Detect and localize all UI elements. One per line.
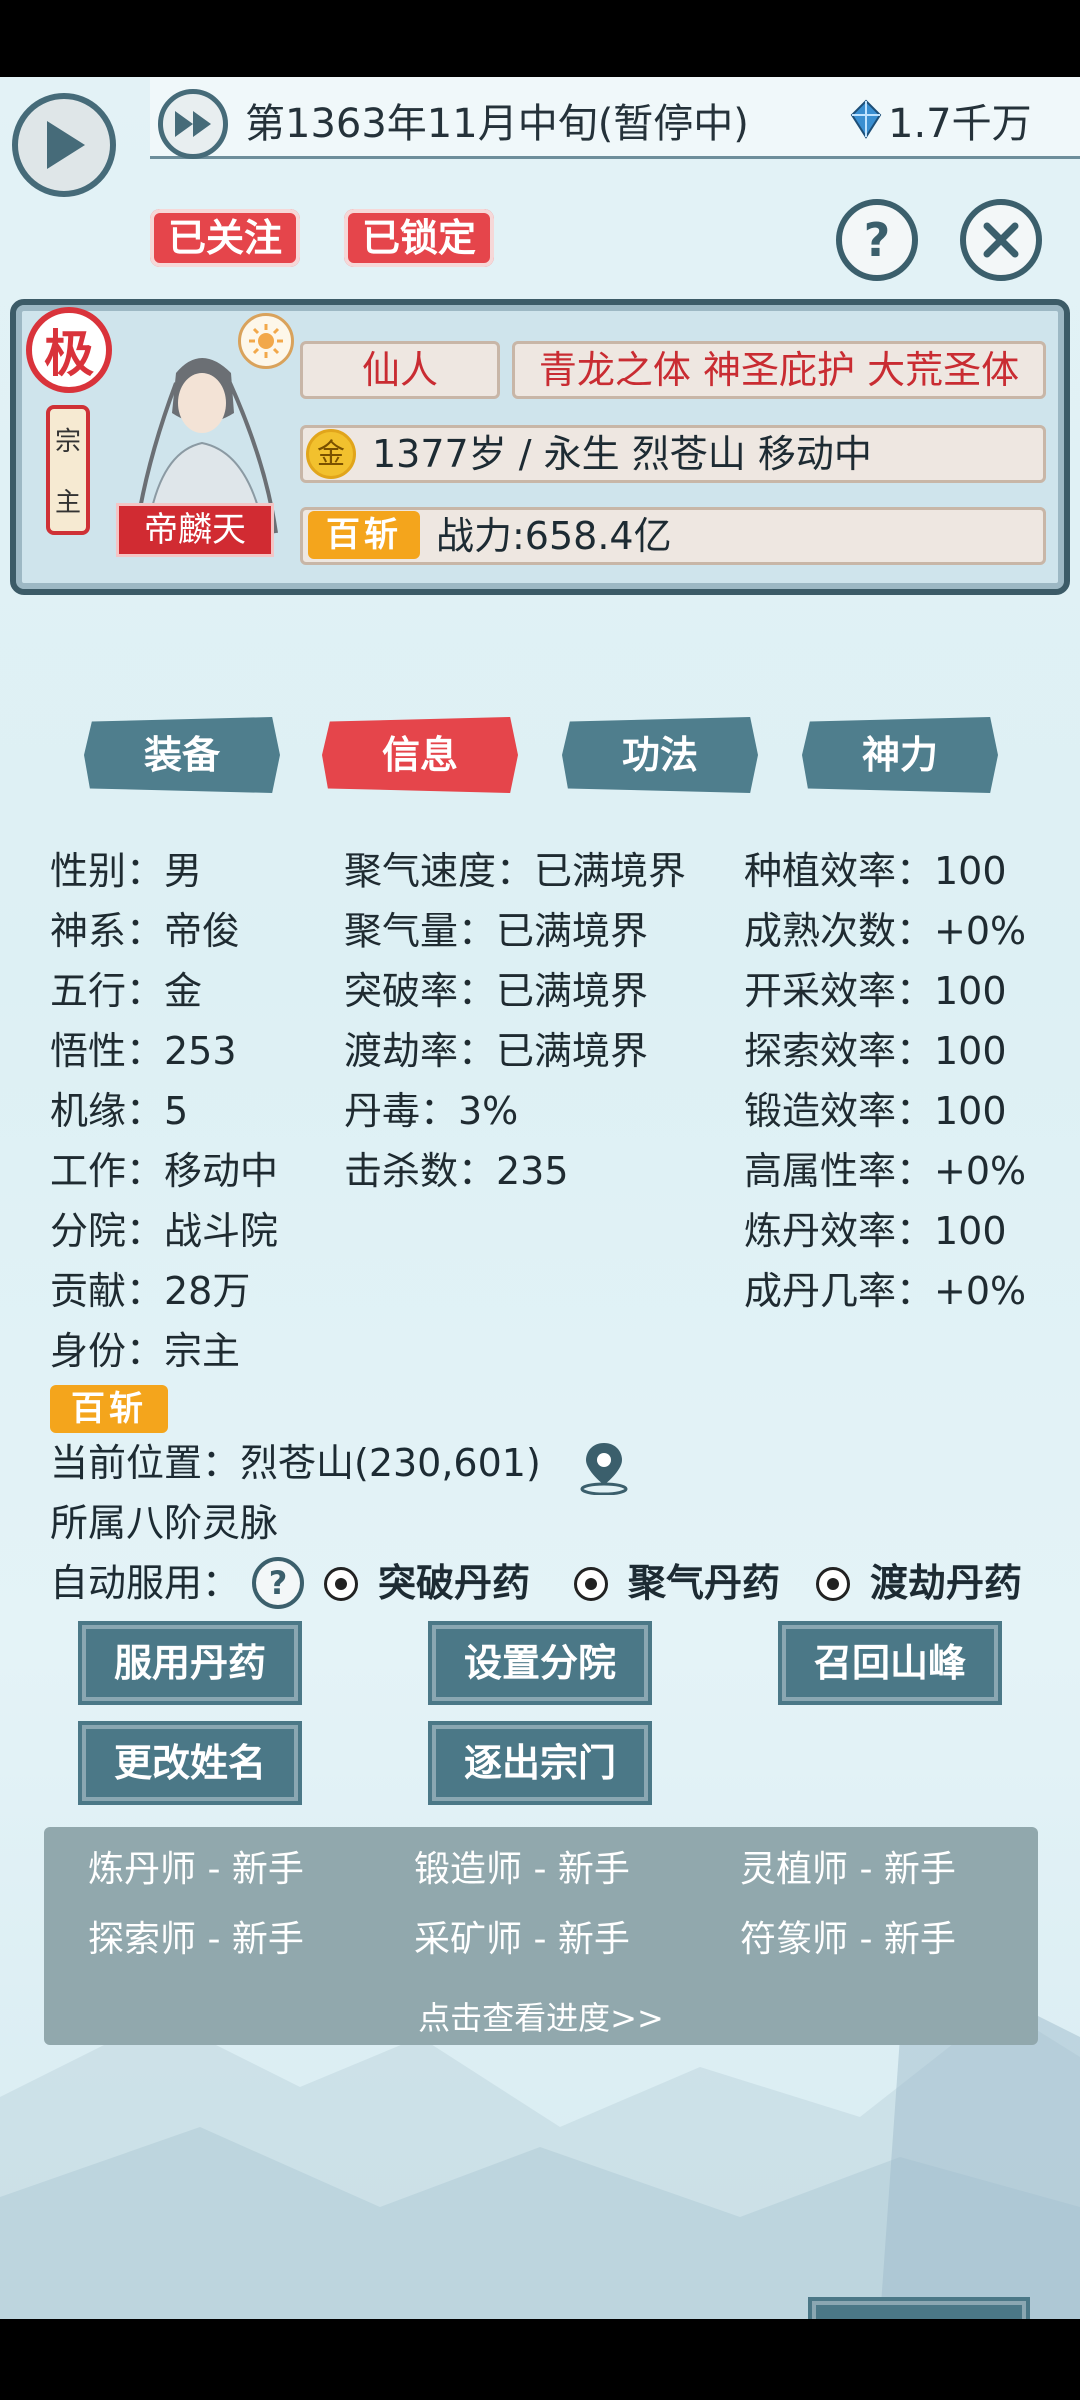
stat-col3-item: 成丹几率：+0% bbox=[744, 1269, 1027, 1313]
stat-col1-item: 分院：战斗院 bbox=[50, 1209, 279, 1253]
stat-col3-item: 开采效率：100 bbox=[744, 969, 1007, 1013]
stat-col3-item: 高属性率：+0% bbox=[744, 1149, 1027, 1193]
physique-field: 青龙之体 神圣庇护 大荒圣体 bbox=[512, 341, 1046, 399]
stat-col3-item: 探索效率：100 bbox=[744, 1029, 1007, 1073]
stat-col3-item: 种植效率：100 bbox=[744, 849, 1007, 893]
auto-use-help-button[interactable]: ? bbox=[252, 1557, 304, 1609]
current-location: 当前位置：烈苍山(230,601) bbox=[50, 1441, 541, 1485]
view-progress-link[interactable]: 点击查看进度>> bbox=[44, 1993, 1038, 2039]
close-icon bbox=[983, 222, 1019, 258]
take-pill-button[interactable]: 服用丹药 bbox=[82, 1625, 298, 1701]
game-date: 第1363年11月中旬(暂停中) bbox=[245, 101, 749, 147]
tab-info[interactable]: 信息 bbox=[322, 717, 518, 793]
option-qi-pill[interactable]: 聚气丹药 bbox=[628, 1559, 780, 1607]
profession-forger: 锻造师 - 新手 bbox=[414, 1849, 630, 1890]
tab-techniques[interactable]: 功法 bbox=[562, 717, 758, 793]
play-button[interactable] bbox=[12, 93, 116, 197]
close-button[interactable] bbox=[960, 199, 1042, 281]
expel-button[interactable]: 逐出宗门 bbox=[432, 1725, 648, 1801]
radio-qi-pill[interactable] bbox=[574, 1567, 608, 1601]
locked-tag[interactable]: 已锁定 bbox=[344, 209, 495, 267]
rank-plaque: 宗 主 bbox=[46, 405, 90, 535]
character-name[interactable]: 帝麟天 bbox=[116, 503, 274, 557]
followed-tag[interactable]: 已关注 bbox=[150, 209, 301, 267]
character-card: 极 宗 主 帝麟天 仙人 青龙之体 神圣庇护 大荒圣体 金 1377岁 / 永生… bbox=[10, 299, 1070, 595]
profession-alchemist: 炼丹师 - 新手 bbox=[88, 1849, 304, 1890]
spirit-stone-icon bbox=[850, 99, 882, 139]
stat-col1-item: 机缘：5 bbox=[50, 1089, 189, 1133]
stat-col1-item: 神系：帝俊 bbox=[50, 909, 241, 953]
profession-talisman: 符篆师 - 新手 bbox=[740, 1919, 956, 1960]
auto-use-label: 自动服用： bbox=[50, 1561, 241, 1605]
stat-col1-item: 工作：移动中 bbox=[50, 1149, 279, 1193]
stat-col1-item: 悟性：253 bbox=[50, 1029, 237, 1073]
sun-icon bbox=[238, 313, 294, 369]
age-location-status: 1377岁 / 永生 烈苍山 移动中 bbox=[372, 432, 872, 476]
profession-panel[interactable]: 炼丹师 - 新手 锻造师 - 新手 灵植师 - 新手 探索师 - 新手 采矿师 … bbox=[44, 1827, 1038, 2045]
stat-col3-item: 成熟次数：+0% bbox=[744, 909, 1027, 953]
play-icon bbox=[47, 121, 85, 169]
stat-col2-item: 丹毒：3% bbox=[344, 1089, 519, 1133]
stat-col2-item: 突破率：已满境界 bbox=[344, 969, 649, 1013]
option-breakthrough-pill[interactable]: 突破丹药 bbox=[378, 1559, 530, 1607]
game-screen: 第1363年11月中旬(暂停中) 1.7千万 已关注 已锁定 ? 极 宗 主 帝… bbox=[0, 77, 1080, 2319]
element-badge: 金 bbox=[306, 429, 356, 479]
help-button[interactable]: ? bbox=[836, 199, 918, 281]
title-badge: 百斩 bbox=[308, 511, 420, 559]
stat-col2-item: 聚气速度：已满境界 bbox=[344, 849, 687, 893]
rank-char: 主 bbox=[54, 488, 81, 518]
realm-field: 仙人 bbox=[300, 341, 500, 399]
set-branch-button[interactable]: 设置分院 bbox=[432, 1625, 648, 1701]
fast-forward-icon bbox=[175, 111, 211, 137]
radio-tribulation-pill[interactable] bbox=[816, 1567, 850, 1601]
stat-col1-item: 五行：金 bbox=[50, 969, 203, 1013]
stat-col3-item: 炼丹效率：100 bbox=[744, 1209, 1007, 1253]
question-icon: ? bbox=[863, 213, 891, 267]
title-badge-small: 百斩 bbox=[50, 1385, 168, 1433]
tab-equipment[interactable]: 装备 bbox=[84, 717, 280, 793]
stat-col1-item: 贡献：28万 bbox=[50, 1269, 251, 1313]
stat-col3-item: 锻造效率：100 bbox=[744, 1089, 1007, 1133]
radio-breakthrough-pill[interactable] bbox=[324, 1567, 358, 1601]
location-pin-icon[interactable] bbox=[576, 1439, 632, 1495]
next-button[interactable]: 下一个 > bbox=[812, 2301, 1026, 2319]
currency-amount: 1.7千万 bbox=[888, 101, 1032, 147]
tab-divine-power[interactable]: 神力 bbox=[802, 717, 998, 793]
stat-col2-item: 聚气量：已满境界 bbox=[344, 909, 649, 953]
profession-explorer: 探索师 - 新手 bbox=[88, 1919, 304, 1960]
stat-col1-item: 性别：男 bbox=[50, 849, 203, 893]
profession-herbalist: 灵植师 - 新手 bbox=[740, 1849, 956, 1890]
stat-col2-item: 渡劫率：已满境界 bbox=[344, 1029, 649, 1073]
recall-peak-button[interactable]: 召回山峰 bbox=[782, 1625, 998, 1701]
stat-col1-item: 身份：宗主 bbox=[50, 1329, 241, 1373]
stat-col2-item: 击杀数：235 bbox=[344, 1149, 569, 1193]
rank-char: 宗 bbox=[54, 427, 81, 457]
option-tribulation-pill[interactable]: 渡劫丹药 bbox=[870, 1559, 1022, 1607]
grade-seal: 极 bbox=[26, 307, 112, 393]
profession-miner: 采矿师 - 新手 bbox=[414, 1919, 630, 1960]
spirit-vein: 所属八阶灵脉 bbox=[50, 1501, 279, 1545]
rename-button[interactable]: 更改姓名 bbox=[82, 1725, 298, 1801]
combat-power: 战力:658.4亿 bbox=[436, 514, 672, 558]
fast-forward-button[interactable] bbox=[158, 89, 228, 159]
